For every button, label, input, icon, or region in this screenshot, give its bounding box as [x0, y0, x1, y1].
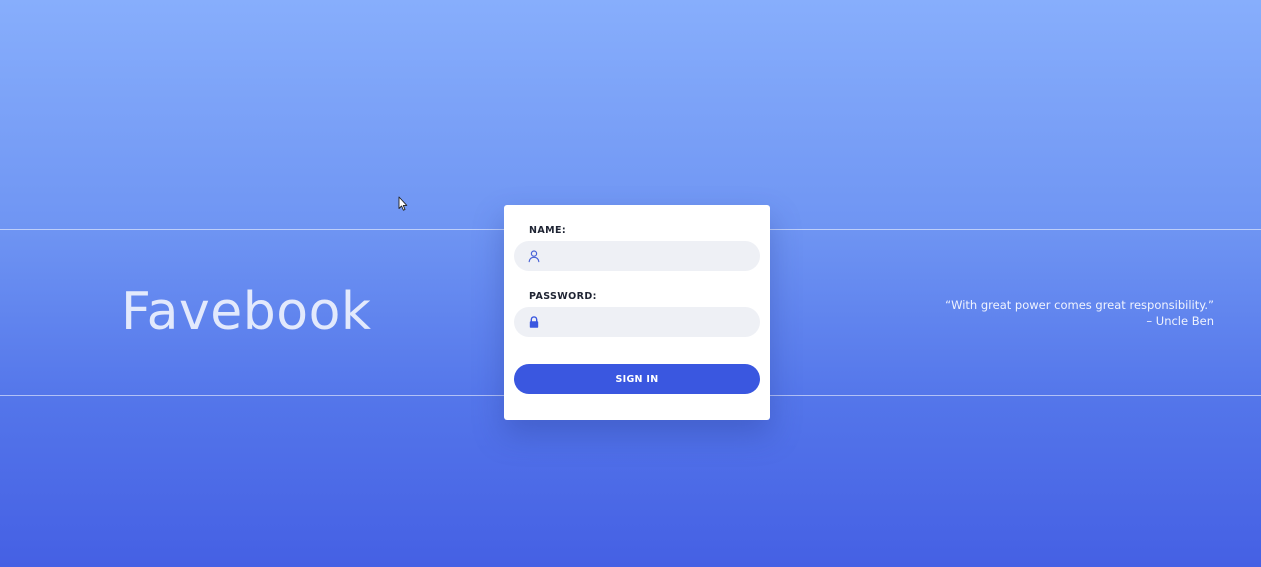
user-icon [528, 250, 540, 263]
password-label: PASSWORD: [529, 291, 597, 302]
quote-text: “With great power comes great responsibi… [945, 298, 1214, 312]
password-input[interactable] [550, 307, 750, 337]
login-card: NAME: PASSWORD: SIGN IN [504, 205, 770, 420]
sign-in-button[interactable]: SIGN IN [514, 364, 760, 394]
password-field[interactable] [514, 307, 760, 337]
quote-author: – Uncle Ben [1146, 314, 1214, 328]
quote-block: “With great power comes great responsibi… [945, 297, 1214, 329]
name-input[interactable] [550, 241, 750, 271]
mouse-cursor-icon [398, 196, 408, 211]
lock-icon [529, 316, 539, 328]
brand-title: Favebook [121, 282, 372, 342]
name-field[interactable] [514, 241, 760, 271]
name-label: NAME: [529, 225, 567, 236]
